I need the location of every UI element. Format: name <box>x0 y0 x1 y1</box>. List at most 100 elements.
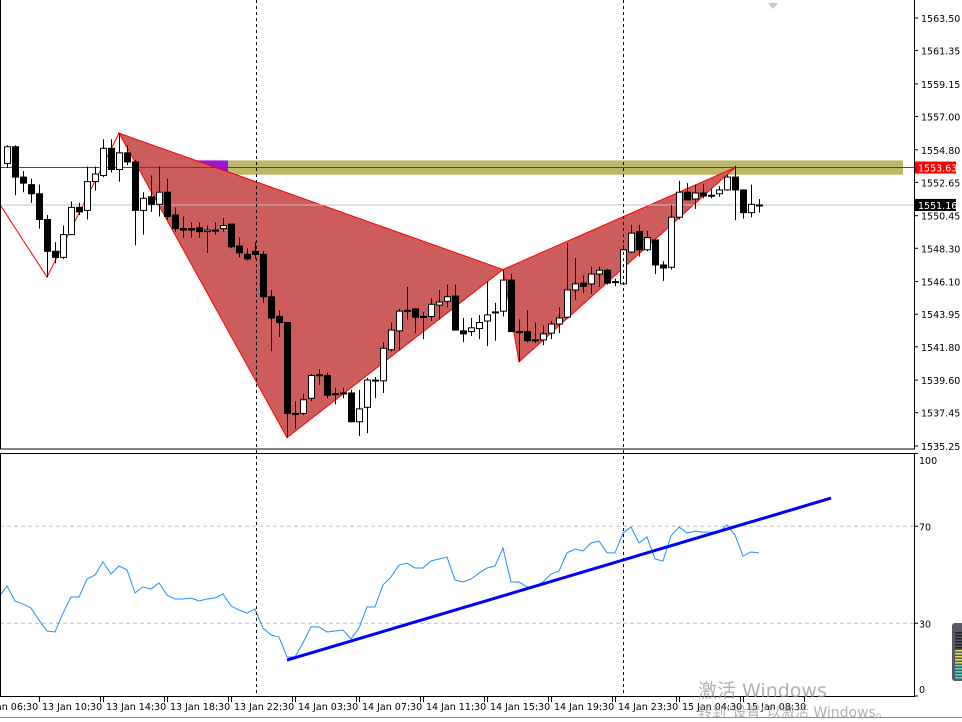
candle-body-bullish <box>220 225 227 230</box>
time-axis-label: 13 Jan 10:30 <box>42 702 102 713</box>
candle-body-bearish <box>228 223 235 248</box>
candle-body-bullish <box>516 331 523 334</box>
candle-body-bullish <box>4 146 11 164</box>
time-axis-label: 14 Jan 19:30 <box>554 702 614 713</box>
candle-body-bearish <box>180 228 187 231</box>
candle-body-bullish <box>212 229 219 232</box>
time-axis-label: 13 Jan 22:30 <box>234 702 294 713</box>
candle-body-bearish <box>348 392 355 423</box>
volume-meter-segment <box>955 674 962 676</box>
price-axis-label: 1561.35 <box>921 47 960 58</box>
resistance-price-tag: 1553.63 <box>918 164 957 175</box>
price-axis-label: 1552.65 <box>921 178 960 189</box>
time-axis-label: 15 Jan 08:30 <box>746 702 806 713</box>
candle-body-bearish <box>292 412 299 415</box>
candle-body-bullish <box>548 323 555 334</box>
candle-body-bullish <box>756 204 763 207</box>
candle-body-bullish <box>92 173 99 183</box>
candle-body-bullish <box>60 234 67 258</box>
candle-body-bearish <box>684 191 691 201</box>
candle-body-bullish <box>596 269 603 275</box>
price-axis-label: 1563.50 <box>921 14 960 25</box>
candle-body-bearish <box>108 147 115 170</box>
time-axis-label: 13 Jan 06:30 <box>0 702 38 713</box>
volume-meter-segment <box>955 635 962 637</box>
candle-body-bullish <box>556 317 563 325</box>
candle-body-bullish <box>436 301 443 306</box>
candle-body-bullish <box>708 194 715 197</box>
candle-body-bearish <box>20 176 27 184</box>
candle-body-bullish <box>724 176 731 191</box>
candle[interactable] <box>324 372 331 399</box>
candle-body-bearish <box>76 206 83 213</box>
candle[interactable] <box>260 251 267 303</box>
candle-body-bullish <box>396 310 403 332</box>
candle[interactable] <box>508 274 515 333</box>
candle-body-bullish <box>308 375 315 399</box>
candle-body-bullish <box>356 408 363 423</box>
volume-meter-segment <box>955 656 962 658</box>
indicator-axis-label: 0 <box>919 685 925 696</box>
candle-body-bullish <box>340 392 347 395</box>
price-axis-label: 1535.25 <box>921 442 960 453</box>
candle-body-bearish <box>604 269 611 284</box>
candle-body-bearish <box>452 295 459 331</box>
candle-body-bearish <box>52 250 59 258</box>
candle-body-bearish <box>172 214 179 230</box>
candle-body-bullish <box>644 237 651 251</box>
volume-meter-segment <box>955 638 962 640</box>
candle[interactable] <box>228 223 235 249</box>
time-axis-label: 14 Jan 23:30 <box>618 702 678 713</box>
candle[interactable] <box>604 268 611 285</box>
candle-body-bearish <box>188 228 195 231</box>
candle-body-bullish <box>500 279 507 312</box>
candle-body-bearish <box>652 239 659 266</box>
volume-meter-segment <box>955 641 962 643</box>
time-axis-label: 14 Jan 11:30 <box>426 702 486 713</box>
candle[interactable] <box>724 174 731 191</box>
price-axis-label: 1537.45 <box>921 409 960 420</box>
candle-body-bullish <box>404 309 411 312</box>
price-axis-label: 1554.80 <box>921 146 960 157</box>
candle-body-bearish <box>124 152 131 163</box>
candle-body-bullish <box>140 197 147 211</box>
time-axis-label: 13 Jan 18:30 <box>170 702 230 713</box>
candle-body-bullish <box>476 322 483 330</box>
candle-body-bearish <box>508 279 515 333</box>
candle-body-bullish <box>388 329 395 351</box>
candle[interactable] <box>308 374 315 402</box>
volume-meter-segment <box>955 644 962 646</box>
candle-body-bullish <box>116 152 123 171</box>
price-axis-label: 1543.95 <box>921 310 960 321</box>
candle-body-bearish <box>196 227 203 233</box>
candle-body-bearish <box>252 250 259 255</box>
candle-body-bullish <box>420 315 427 318</box>
chart-canvas[interactable]: 1563.50 1561.35 1559.15 1557.00 1554.80 1552.… <box>0 0 962 720</box>
candle-body-bullish <box>748 203 755 214</box>
candle-body-bullish <box>204 229 211 233</box>
candle-body-bullish <box>628 232 635 253</box>
candle-body-bullish <box>484 314 491 322</box>
candle-body-bearish <box>732 176 739 191</box>
indicator-pane[interactable] <box>0 453 914 697</box>
candle[interactable] <box>348 389 355 423</box>
main-price-pane[interactable] <box>0 0 914 449</box>
price-axis-label: 1559.15 <box>921 80 960 91</box>
candle-body-bullish <box>564 289 571 318</box>
candle-body-bullish <box>68 206 75 236</box>
candle-body-bullish <box>612 281 619 284</box>
candle-body-bullish <box>716 189 723 195</box>
candle-body-bearish <box>580 282 587 287</box>
candle-body-bullish <box>492 311 499 314</box>
volume-meter-segment <box>955 668 962 670</box>
candle-body-bullish <box>676 191 683 218</box>
candle-body-bearish <box>412 308 419 318</box>
candle-body-bullish <box>692 192 699 200</box>
candle-body-bullish <box>380 347 387 382</box>
candle-body-bearish <box>36 193 43 220</box>
candle-body-bullish <box>572 283 579 291</box>
price-axis-label: 1548.30 <box>921 244 960 255</box>
candle-body-bullish <box>372 379 379 382</box>
main-pane-background <box>0 0 914 449</box>
time-axis-label: 15 Jan 04:30 <box>682 702 742 713</box>
